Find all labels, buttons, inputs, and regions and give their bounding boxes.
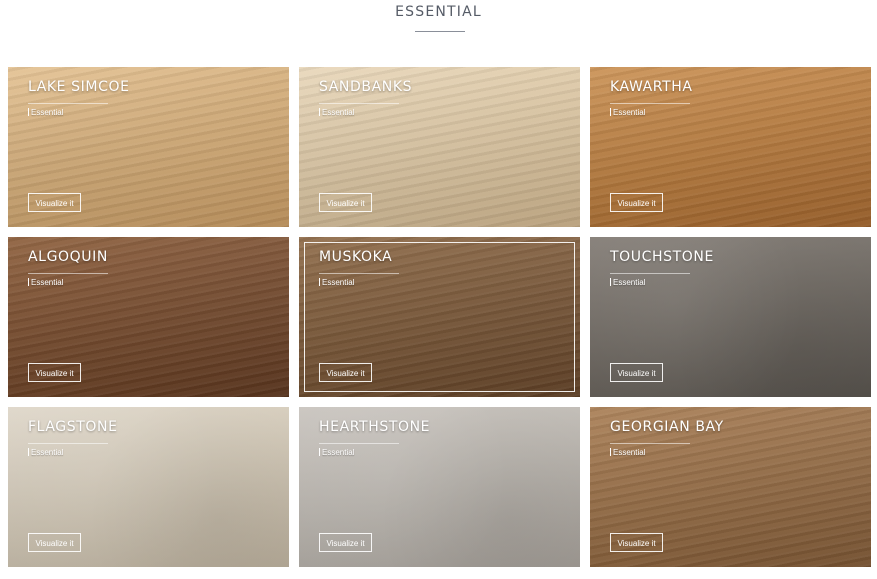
product-tile-touchstone[interactable]: TOUCHSTONE Essential Visualize it xyxy=(590,237,871,397)
visualize-button[interactable]: Visualize it xyxy=(28,363,81,382)
collection-name: Essential xyxy=(613,108,646,117)
collection-name: Essential xyxy=(613,278,646,287)
product-name: GEORGIAN BAY xyxy=(610,419,724,435)
product-tile-muskoka[interactable]: MUSKOKA Essential Visualize it xyxy=(299,237,580,397)
product-tile-hearthstone[interactable]: HEARTHSTONE Essential Visualize it xyxy=(299,407,580,567)
collection-name: Essential xyxy=(322,108,355,117)
collection-label: Essential xyxy=(319,278,354,287)
collection-name: Essential xyxy=(31,108,64,117)
product-name: SANDBANKS xyxy=(319,79,413,95)
visualize-button[interactable]: Visualize it xyxy=(28,193,81,212)
name-divider xyxy=(319,273,399,274)
collection-name: Essential xyxy=(322,448,355,457)
name-divider xyxy=(319,443,399,444)
collection-label: Essential xyxy=(610,278,645,287)
product-name: HEARTHSTONE xyxy=(319,419,431,435)
product-tile-algoquin[interactable]: ALGOQUIN Essential Visualize it xyxy=(8,237,289,397)
name-divider xyxy=(610,443,690,444)
collection-label: Essential xyxy=(610,448,645,457)
product-tile-lake-simcoe[interactable]: LAKE SIMCOE Essential Visualize it xyxy=(8,67,289,227)
product-tile-flagstone[interactable]: FLAGSTONE Essential Visualize it xyxy=(8,407,289,567)
product-name: FLAGSTONE xyxy=(28,419,118,435)
name-divider xyxy=(319,103,399,104)
name-divider xyxy=(28,273,108,274)
visualize-button[interactable]: Visualize it xyxy=(319,193,372,212)
title-divider xyxy=(415,31,465,32)
visualize-button[interactable]: Visualize it xyxy=(319,363,372,382)
product-name: TOUCHSTONE xyxy=(610,249,714,265)
product-name: KAWARTHA xyxy=(610,79,693,95)
collection-label: Essential xyxy=(319,108,354,117)
product-tile-georgian-bay[interactable]: GEORGIAN BAY Essential Visualize it xyxy=(590,407,871,567)
collection-name: Essential xyxy=(31,278,64,287)
product-name: ALGOQUIN xyxy=(28,249,108,265)
collection-label: Essential xyxy=(610,108,645,117)
product-tile-kawartha[interactable]: KAWARTHA Essential Visualize it xyxy=(590,67,871,227)
name-divider xyxy=(610,273,690,274)
product-tile-sandbanks[interactable]: SANDBANKS Essential Visualize it xyxy=(299,67,580,227)
visualize-button[interactable]: Visualize it xyxy=(28,533,81,552)
name-divider xyxy=(28,443,108,444)
collection-name: Essential xyxy=(613,448,646,457)
collection-label: Essential xyxy=(319,448,354,457)
visualize-button[interactable]: Visualize it xyxy=(610,363,663,382)
visualize-button[interactable]: Visualize it xyxy=(610,533,663,552)
product-grid: LAKE SIMCOE Essential Visualize it SANDB… xyxy=(8,67,871,567)
collection-label: Essential xyxy=(28,448,63,457)
visualize-button[interactable]: Visualize it xyxy=(610,193,663,212)
product-name: LAKE SIMCOE xyxy=(28,79,130,95)
collection-label: Essential xyxy=(28,108,63,117)
name-divider xyxy=(610,103,690,104)
collection-name: Essential xyxy=(322,278,355,287)
collection-name: Essential xyxy=(31,448,64,457)
product-name: MUSKOKA xyxy=(319,249,393,265)
visualize-button[interactable]: Visualize it xyxy=(319,533,372,552)
section-title: ESSENTIAL xyxy=(395,4,482,20)
name-divider xyxy=(28,103,108,104)
collection-label: Essential xyxy=(28,278,63,287)
